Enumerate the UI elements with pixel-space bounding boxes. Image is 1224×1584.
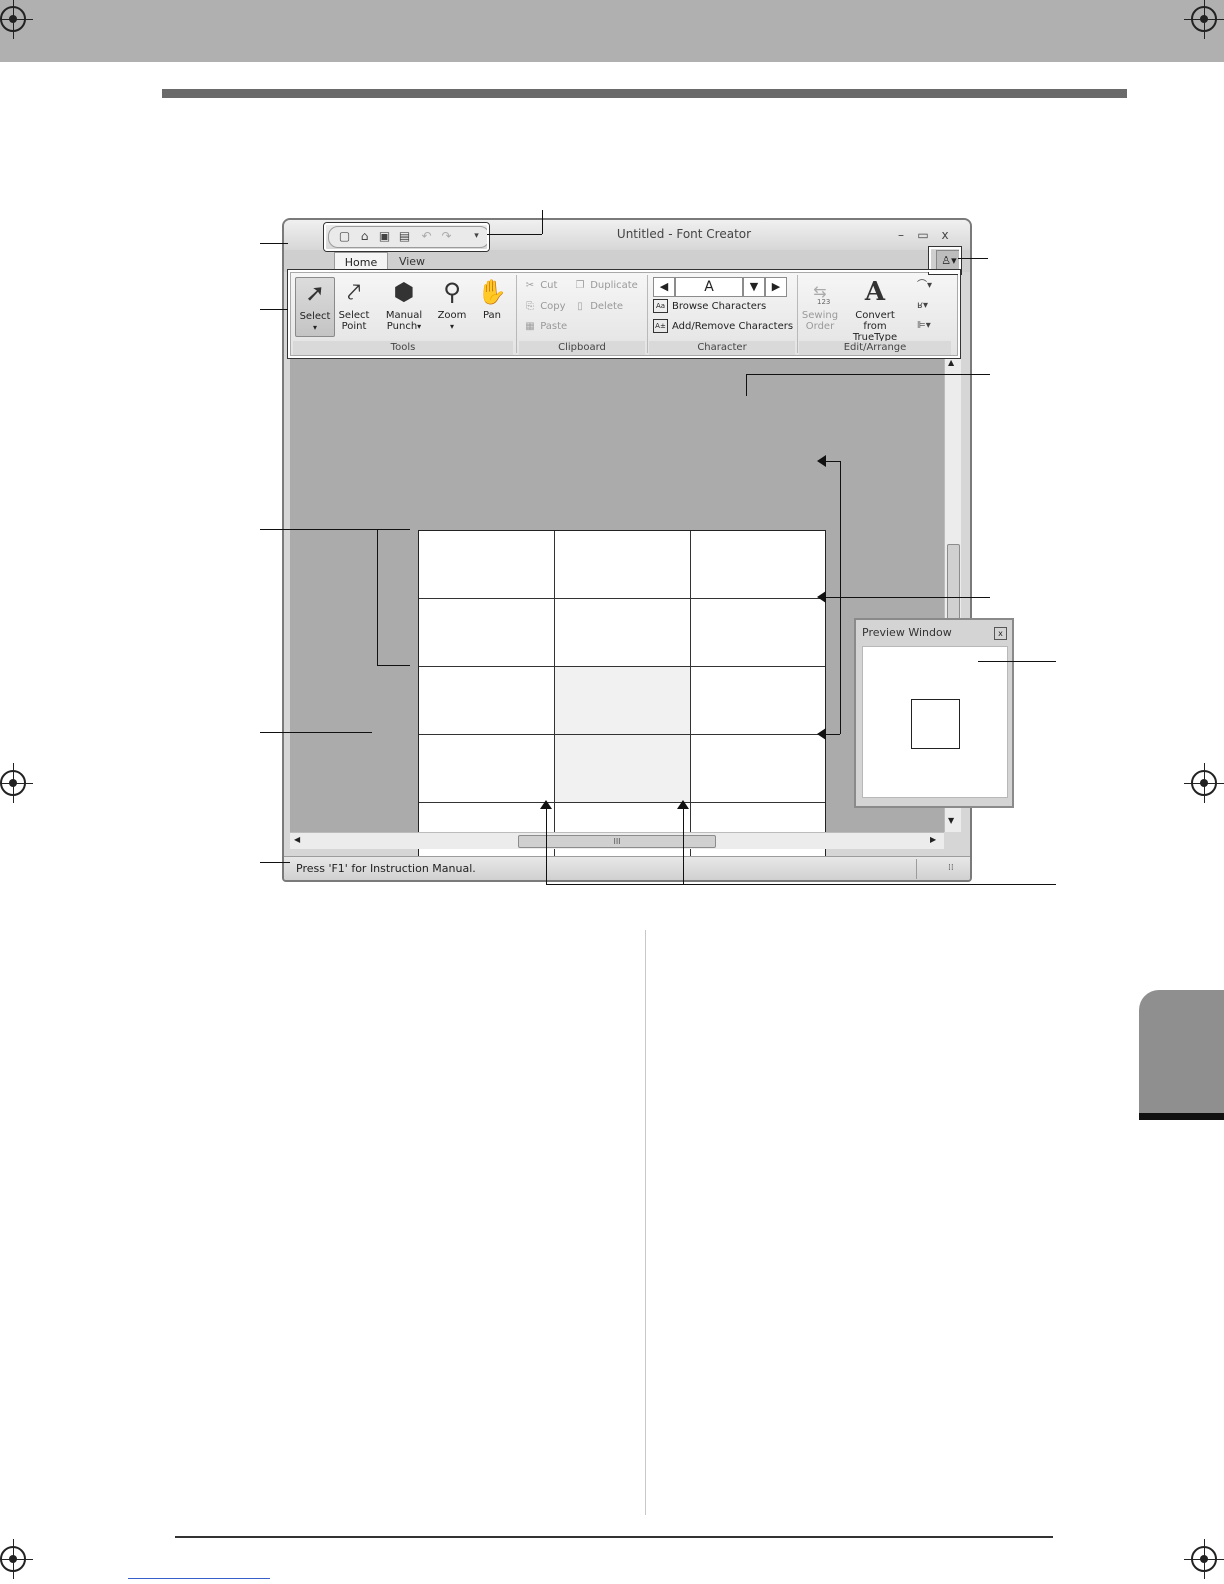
resize-grip-icon[interactable]: ⁞⁞ (948, 863, 954, 873)
callout-line (826, 597, 990, 598)
callout-line (978, 661, 1056, 662)
registration-mark-icon (1184, 1539, 1224, 1579)
scroll-right-icon[interactable]: ▶ (930, 835, 936, 844)
callout-line (546, 884, 1056, 885)
scroll-down-icon[interactable]: ▼ (948, 816, 954, 825)
grid-line-horizontal (419, 598, 825, 599)
callout-line (260, 309, 288, 310)
callout-line (826, 461, 840, 462)
grid-line-horizontal (419, 802, 825, 803)
callout-line (487, 234, 542, 235)
status-bar: Press 'F1' for Instruction Manual. ⁞⁞ (284, 856, 970, 880)
status-divider (916, 859, 917, 879)
callout-line (377, 529, 410, 530)
chapter-tab (1139, 990, 1224, 1115)
grid-line-vertical (554, 531, 555, 880)
header-band (0, 0, 1224, 62)
grid-line-vertical (690, 531, 691, 880)
design-page-area[interactable] (290, 356, 944, 880)
grid-line-horizontal (419, 734, 825, 735)
callout-line (958, 258, 988, 259)
grid-line-horizontal (419, 666, 825, 667)
registration-mark-icon (0, 763, 33, 803)
footer-rule (175, 1536, 1053, 1538)
status-text: Press 'F1' for Instruction Manual. (296, 862, 476, 875)
ribbon-tab-row: Home View (284, 250, 970, 273)
callout-box-ribbon (288, 270, 960, 358)
callout-line (260, 529, 377, 530)
minimize-button[interactable]: – (892, 226, 910, 244)
callout-line (260, 732, 372, 733)
callout-line (746, 374, 990, 375)
horizontal-scrollbar[interactable]: ◀ III ▶ (290, 832, 944, 849)
tab-view[interactable]: View (392, 252, 432, 272)
footer-link-line (128, 1578, 270, 1579)
callout-line (746, 374, 747, 396)
registration-mark-icon (1184, 763, 1224, 803)
arrow-left-icon (817, 591, 826, 603)
callout-line (546, 808, 547, 884)
character-grid[interactable] (418, 530, 826, 880)
arrow-up-icon (677, 800, 689, 809)
chapter-tab-shadow (1139, 1113, 1224, 1120)
preview-window: Preview Window x (854, 618, 1014, 808)
callout-box-quick-access (324, 223, 489, 251)
registration-mark-icon (0, 1539, 33, 1579)
arrow-left-icon (817, 728, 826, 740)
preview-canvas (862, 646, 1008, 798)
preview-close-button[interactable]: x (994, 627, 1007, 640)
callout-line (683, 808, 684, 884)
callout-line (826, 734, 840, 735)
scroll-left-icon[interactable]: ◀ (294, 835, 300, 844)
callout-line (260, 862, 290, 863)
arrow-left-icon (817, 455, 826, 467)
horizontal-scroll-thumb[interactable]: III (518, 835, 716, 848)
column-divider (645, 930, 646, 1515)
close-button[interactable]: x (936, 226, 954, 244)
registration-mark-icon (1184, 0, 1224, 39)
window-title: Untitled - Font Creator (616, 227, 752, 241)
callout-line (542, 210, 543, 234)
scroll-up-icon[interactable]: ▲ (948, 358, 954, 367)
callout-line (377, 665, 410, 666)
callout-line (377, 529, 378, 666)
arrow-up-icon (540, 800, 552, 809)
header-rule (162, 89, 1127, 98)
preview-glyph-outline (911, 699, 960, 749)
registration-mark-icon (0, 0, 33, 39)
preview-window-title: Preview Window (862, 626, 952, 639)
callout-line (260, 243, 288, 244)
maximize-button[interactable]: ▭ (914, 226, 932, 244)
